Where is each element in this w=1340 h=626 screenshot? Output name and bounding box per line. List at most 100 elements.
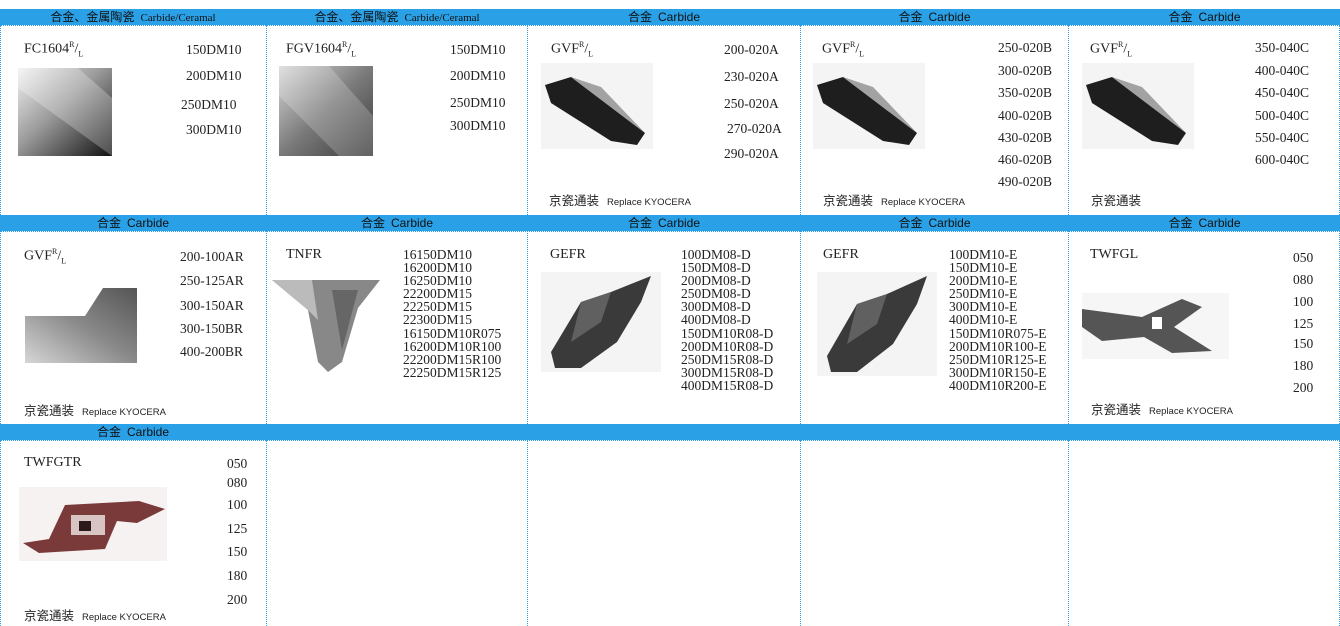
- insert-photo-icon: [1082, 293, 1229, 359]
- product-code: 250DM15R08-D: [681, 351, 774, 367]
- product-code: 460-020B: [998, 152, 1052, 167]
- product-code: 250DM10R125-E: [949, 351, 1047, 367]
- product-code: 250-020B: [998, 40, 1052, 55]
- product-code: 250DM10: [450, 95, 506, 110]
- product-code: 490-020B: [998, 174, 1052, 189]
- replace-note: 京瓷通装 Replace KYOCERA: [24, 608, 166, 623]
- product-code: 600-040C: [1255, 152, 1309, 167]
- product-code: 200: [227, 592, 248, 607]
- product-code: 080: [1293, 272, 1314, 287]
- grid-line: [1068, 231, 1069, 424]
- product-code: 100: [1293, 294, 1314, 309]
- product-code: 450-040C: [1255, 85, 1309, 100]
- grid-line: [1068, 25, 1069, 215]
- product-code: 200-020A: [724, 42, 779, 57]
- product-code: 200: [1293, 380, 1314, 395]
- product-code: 150: [227, 544, 248, 559]
- insert-photo-icon: [1082, 63, 1194, 149]
- grid-line: [0, 440, 1, 626]
- product-code: 200DM10: [450, 68, 506, 83]
- grid-line: [266, 25, 267, 215]
- product-code: 180: [227, 568, 248, 583]
- product-code: 150DM10: [186, 42, 242, 57]
- product-code: 150: [1293, 336, 1314, 351]
- product-code: 500-040C: [1255, 108, 1309, 123]
- product-title: TWFGL: [1090, 247, 1139, 262]
- band-cell: 合金、金属陶瓷 Carbide/Ceramal: [50, 10, 216, 24]
- product-code: 350-040C: [1255, 40, 1309, 55]
- product-code: 150DM10: [450, 42, 506, 57]
- grid-line: [266, 231, 267, 424]
- product-code: 080: [227, 475, 248, 490]
- grid-line: [0, 440, 1340, 441]
- product-code: 200-100AR: [180, 249, 244, 264]
- band-cell: 合金 Carbide: [360, 216, 434, 230]
- product-code: 350-020B: [998, 85, 1052, 100]
- replace-note: 京瓷通装 Replace KYOCERA: [549, 193, 691, 208]
- product-code: 050: [1293, 250, 1314, 265]
- grid-line: [266, 440, 267, 626]
- band-cell: 合金 Carbide: [898, 10, 971, 24]
- product-title: GVFR/L: [24, 247, 67, 266]
- grid-line: [1068, 440, 1069, 626]
- insert-photo-icon: [19, 487, 167, 561]
- grid-line: [0, 231, 1, 424]
- grid-line: [527, 25, 528, 215]
- product-title: GVFR/L: [822, 40, 865, 59]
- product-code: 300DM15R08-D: [681, 364, 774, 380]
- product-code: 050: [227, 456, 248, 471]
- product-code: 16150DM10R075: [403, 325, 502, 341]
- product-code: 200DM10R08-D: [681, 338, 774, 354]
- grid-line: [0, 25, 1, 215]
- grid-line: [0, 231, 1340, 232]
- band-cell: 合金 Carbide: [627, 216, 701, 230]
- grid-line: [800, 440, 801, 626]
- product-title: FGV1604R/L: [286, 40, 357, 59]
- product-code: 400-040C: [1255, 63, 1309, 78]
- product-code: 400-200BR: [180, 344, 244, 359]
- product-code: 400DM08-D: [681, 312, 751, 328]
- replace-note: 京瓷通装 Replace KYOCERA: [823, 193, 965, 208]
- grid-line: [800, 231, 801, 424]
- product-code: 400-020B: [998, 108, 1052, 123]
- product-title: GEFR: [550, 247, 586, 262]
- row2-header-band: 合金 Carbide 合金 Carbide 合金 Carbide 合金 Carb…: [0, 215, 1340, 231]
- band-cell: 合金、金属陶瓷 Carbide/Ceramal: [314, 10, 480, 24]
- product-code: 22250DM15R125: [403, 364, 502, 380]
- product-code: 300-150BR: [180, 321, 244, 336]
- band-cell: 合金 Carbide: [1168, 10, 1241, 24]
- product-code: 180: [1293, 358, 1314, 373]
- product-title: GVFR/L: [551, 40, 594, 59]
- replace-note: 京瓷通装: [1091, 193, 1142, 208]
- replace-note: 京瓷通装 Replace KYOCERA: [24, 403, 166, 418]
- product-code: 300-020B: [998, 63, 1052, 78]
- product-code: 22300DM15: [403, 312, 473, 328]
- band-cell: 合金 Carbide: [96, 216, 170, 230]
- product-code: 300DM10: [186, 122, 242, 137]
- product-code: 200DM10: [186, 68, 242, 83]
- product-code: 430-020B: [998, 130, 1052, 145]
- product-title: TWFGTR: [24, 455, 82, 470]
- insert-photo-icon: [25, 288, 137, 363]
- insert-photo-icon: [272, 280, 380, 372]
- band-cell: 合金 Carbide: [627, 10, 701, 24]
- product-code: 16200DM10R100: [403, 338, 502, 354]
- insert-photo-icon: [817, 272, 937, 376]
- product-code: 400DM10R200-E: [949, 377, 1047, 393]
- band-cell: 合金 Carbide: [1168, 216, 1241, 230]
- product-title: GVFR/L: [1090, 40, 1133, 59]
- insert-photo-icon: [541, 272, 661, 372]
- product-code: 125: [1293, 316, 1314, 331]
- grid-line: [527, 440, 528, 626]
- product-code: 400DM15R08-D: [681, 377, 774, 393]
- insert-photo-icon: [18, 68, 112, 156]
- product-code-list: 100DM10-E 150DM10-E 200DM10-E 250DM10-E …: [949, 248, 1047, 393]
- band-cell: 合金 Carbide: [898, 216, 971, 230]
- product-code: 250-125AR: [180, 273, 244, 288]
- product-code-list: 16150DM10 16200DM10 16250DM10 22200DM15 …: [403, 248, 501, 379]
- product-code: 230-020A: [724, 69, 779, 84]
- product-title: TNFR: [286, 247, 322, 262]
- product-code: 290-020A: [724, 146, 779, 161]
- product-code: 100: [227, 497, 248, 512]
- product-code: 270-020A: [727, 121, 782, 136]
